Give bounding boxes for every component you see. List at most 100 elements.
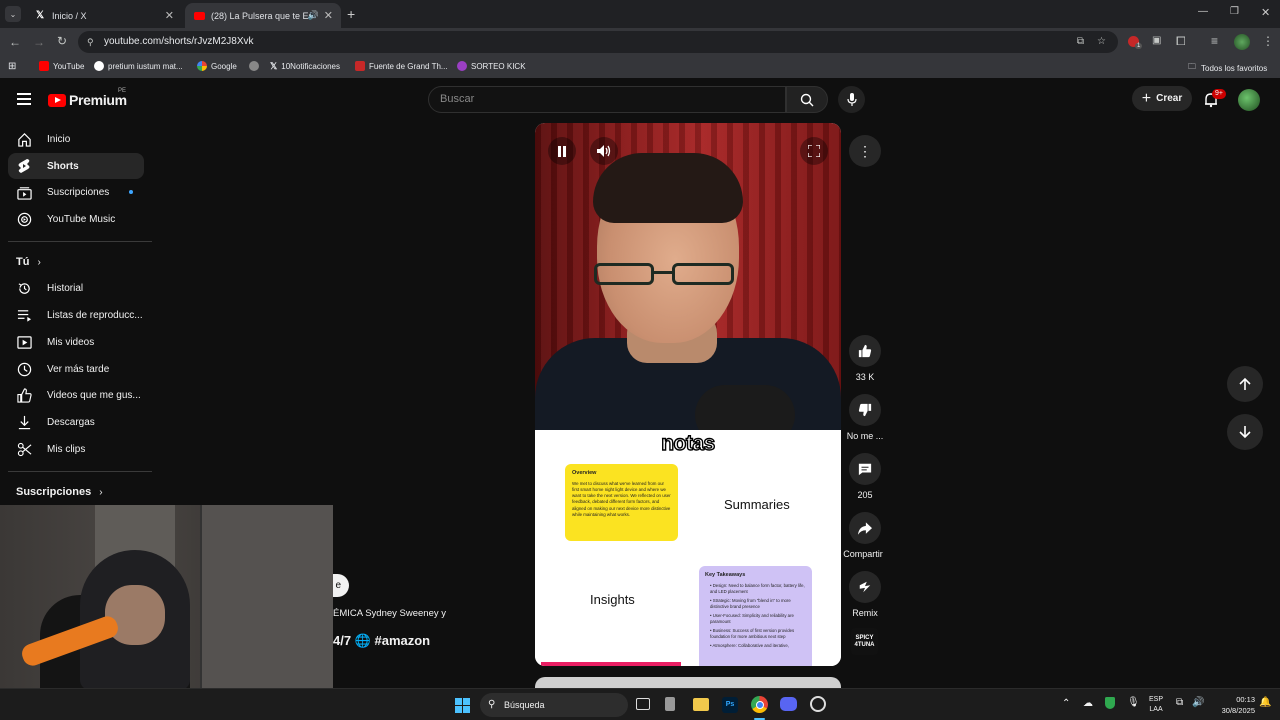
bookmark-youtube[interactable]: YouTube: [39, 61, 84, 71]
network-icon[interactable]: ⧉: [1176, 697, 1183, 708]
more-options-button[interactable]: ⋮: [849, 135, 881, 167]
x-logo-icon: 𝕏: [270, 61, 278, 71]
create-button[interactable]: + Crear: [1132, 86, 1192, 111]
channel-avatar[interactable]: SPICY 4TUNA: [851, 628, 878, 655]
close-window-button[interactable]: ✕: [1261, 6, 1270, 19]
volume-tray-icon[interactable]: 🔊: [1192, 697, 1204, 708]
chevron-up-icon[interactable]: ⌃: [1062, 698, 1070, 709]
youtube-premium-logo[interactable]: Premium PE: [48, 88, 127, 108]
install-icon[interactable]: ⧉: [1077, 31, 1084, 53]
photoshop-icon[interactable]: Ps: [722, 697, 738, 713]
all-bookmarks[interactable]: 🗀 Todos los favoritos: [1188, 61, 1267, 75]
sidebar-section-suscripciones[interactable]: Suscripciones ›: [16, 486, 103, 498]
search-input[interactable]: Buscar: [428, 86, 786, 113]
next-video-preview[interactable]: [535, 677, 841, 688]
dislike-action[interactable]: No me ...: [845, 394, 885, 441]
sidebar-item-mis-clips[interactable]: Mis clips: [8, 436, 144, 462]
mic-icon: [846, 92, 857, 106]
playlist-icon: [16, 307, 32, 323]
reload-icon[interactable]: ↻: [57, 34, 67, 48]
bookmark-pretium[interactable]: pretium iustum mat...: [94, 61, 183, 71]
video-title-overlay[interactable]: ÉMICA Sydney Sweeney y: [333, 608, 446, 619]
dislike-button[interactable]: [849, 394, 881, 426]
next-short-button[interactable]: [1227, 414, 1263, 450]
sidebar-item-mis-videos[interactable]: Mis videos: [8, 329, 144, 355]
voice-search-button[interactable]: [838, 86, 865, 113]
like-button[interactable]: [849, 335, 881, 367]
account-avatar[interactable]: [1238, 89, 1260, 111]
new-tab-button[interactable]: +: [347, 6, 355, 22]
windows-start-icon[interactable]: [455, 698, 470, 713]
share-action[interactable]: Compartir: [843, 512, 885, 559]
notification-center-icon[interactable]: 🔔: [1259, 697, 1271, 708]
chrome-taskbar-icon[interactable]: [751, 696, 768, 713]
taskbar-search[interactable]: ⚲ Búsqueda: [480, 693, 628, 717]
bookmark-sorteo[interactable]: SORTEO KICK: [457, 61, 526, 71]
comments-button[interactable]: [849, 453, 881, 485]
clock-icon: [16, 361, 32, 377]
key-takeaways-card: Key Takeaways • Design: Need to balance …: [699, 566, 812, 666]
bookmark-notifications[interactable]: 𝕏 10Notificaciones: [270, 61, 340, 72]
address-bar[interactable]: ⚲ youtube.com/shorts/rJvzM2J8Xvk ⧉ ☆: [78, 31, 1118, 53]
restore-button[interactable]: ❐: [1230, 6, 1239, 17]
hamburger-menu-icon[interactable]: [17, 93, 31, 105]
tab-youtube[interactable]: (28) La Pulsera que te Espía 🔊 ✕: [185, 3, 341, 28]
back-icon[interactable]: ←: [9, 35, 21, 49]
like-action[interactable]: 33 K: [845, 335, 885, 382]
file-explorer-icon[interactable]: [693, 698, 709, 711]
puzzle-icon[interactable]: ⧠: [1176, 34, 1186, 49]
webcam-overlay: [0, 505, 333, 688]
sidebar-item-inicio[interactable]: Inicio: [8, 126, 144, 152]
takeaways-title: Key Takeaways: [705, 572, 746, 578]
bookmark-globe[interactable]: [249, 61, 263, 71]
bookmark-star-icon[interactable]: ☆: [1097, 31, 1106, 53]
sidebar-item-ver-mas-tarde[interactable]: Ver más tarde: [8, 356, 144, 382]
clock[interactable]: 00:13 30/8/2025: [1210, 694, 1255, 716]
share-button[interactable]: [849, 512, 881, 544]
remix-action[interactable]: Remix: [845, 571, 885, 618]
sidebar-item-youtube-music[interactable]: YouTube Music: [8, 206, 144, 232]
sidebar-item-listas[interactable]: Listas de reproducc...: [8, 302, 144, 328]
forward-icon[interactable]: →: [33, 35, 45, 49]
steam-icon[interactable]: [810, 696, 826, 712]
takeaway-item: • Design: Need to balance form factor, b…: [710, 583, 805, 595]
sidebar-item-descargas[interactable]: Descargas: [8, 409, 144, 435]
search-button[interactable]: [786, 86, 828, 113]
language-indicator[interactable]: ESP LAA: [1149, 695, 1163, 715]
tab-search-button[interactable]: ⌄: [5, 6, 21, 22]
sidebar-item-videos-me-gustan[interactable]: Videos que me gus...: [8, 382, 144, 408]
bookmark-google[interactable]: Google: [197, 61, 237, 71]
volume-button[interactable]: [590, 137, 618, 165]
extension-icon[interactable]: ▣: [1152, 35, 1161, 46]
profile-avatar[interactable]: [1234, 34, 1250, 50]
menu-kebab-icon[interactable]: ⋮: [1262, 34, 1274, 48]
discord-icon[interactable]: [780, 697, 797, 711]
sidebar-item-suscripciones[interactable]: Suscripciones: [8, 179, 144, 205]
close-tab-icon[interactable]: ✕: [324, 9, 333, 22]
widgets-icon[interactable]: [665, 697, 675, 711]
close-tab-icon[interactable]: ✕: [165, 9, 174, 22]
pause-button[interactable]: [548, 137, 576, 165]
sidebar-item-historial[interactable]: Historial: [8, 275, 144, 301]
fullscreen-button[interactable]: [800, 137, 828, 165]
speaker-icon[interactable]: 🔊: [308, 10, 319, 21]
site-info-icon[interactable]: ⚲: [87, 31, 94, 53]
like-count: 33 K: [855, 372, 875, 382]
minimize-button[interactable]: —: [1198, 6, 1208, 17]
sidebar-section-tu[interactable]: Tú ›: [16, 256, 41, 268]
shorts-video-player[interactable]: notas Overview We met to discuss what we…: [535, 123, 841, 666]
previous-short-button[interactable]: [1227, 366, 1263, 402]
comments-action[interactable]: 205: [845, 453, 885, 500]
notifications-button[interactable]: 9+: [1202, 89, 1226, 108]
tab-x[interactable]: 𝕏 Inicio / X ✕: [26, 3, 182, 28]
video-hashtags-overlay[interactable]: 4/7 🌐 #amazon: [333, 633, 430, 649]
apps-icon[interactable]: ⊞: [8, 61, 16, 72]
onedrive-icon[interactable]: ☁: [1083, 698, 1093, 709]
bookmark-grand-theft[interactable]: Fuente de Grand Th...: [355, 61, 448, 71]
task-view-icon[interactable]: [636, 698, 650, 710]
media-icon[interactable]: ≡: [1211, 34, 1218, 48]
microphone-tray-icon[interactable]: 🎙: [1127, 697, 1140, 708]
sidebar-item-shorts[interactable]: Shorts: [8, 153, 144, 179]
remix-button[interactable]: [849, 571, 881, 603]
defender-icon[interactable]: [1105, 697, 1115, 709]
